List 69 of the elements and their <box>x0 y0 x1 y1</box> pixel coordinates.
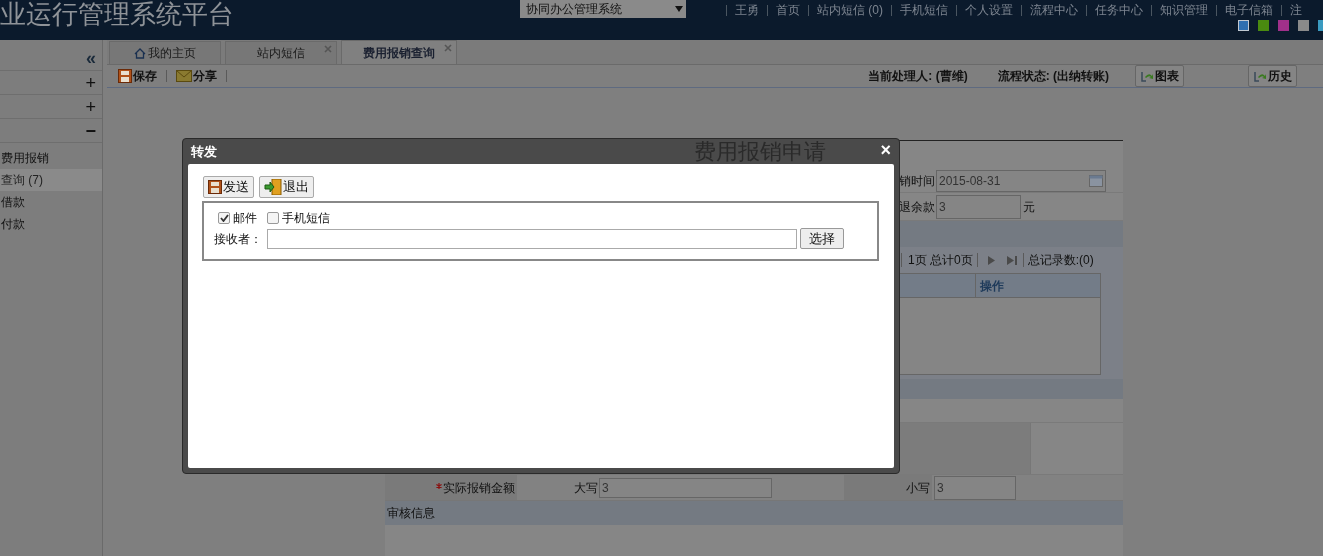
next-page-icon[interactable] <box>987 255 995 265</box>
toolbar-button[interactable]: 分享 <box>175 67 218 85</box>
recipient-label: 接收者： <box>214 230 263 248</box>
close-icon[interactable] <box>324 45 332 53</box>
section-title: 审核信息 <box>387 505 435 522</box>
nav-link[interactable]: 电子信箱 <box>1223 1 1275 19</box>
sidebar-item[interactable]: 借款 <box>0 191 102 213</box>
checkbox-label: 邮件 <box>233 210 257 227</box>
flow-status: 流程状态: (出纳转账) <box>997 68 1109 85</box>
nav-link[interactable]: 流程中心 <box>1028 1 1080 19</box>
tab[interactable]: 我的主页 <box>109 41 221 64</box>
nav-link[interactable]: 手机短信 <box>898 1 950 19</box>
field-label: 销时间 <box>898 172 935 190</box>
group-toggle[interactable]: + <box>85 73 96 92</box>
recipient-field[interactable] <box>267 228 797 249</box>
collapse-button[interactable]: « <box>86 49 96 67</box>
page-info: 1页 总计0页 <box>908 252 973 269</box>
field-label: 退余款 <box>898 198 935 216</box>
checkbox[interactable] <box>218 212 230 224</box>
envelope-icon <box>176 70 192 82</box>
app-title: 业运行管理系统平台 <box>0 0 235 29</box>
theme-swatch[interactable] <box>1298 20 1309 31</box>
nav-link[interactable]: 个人设置 <box>963 1 1015 19</box>
nav-link[interactable]: 注 <box>1288 1 1304 19</box>
dialog-title: 转发 <box>191 142 217 161</box>
sidebar-item[interactable]: 付款 <box>0 213 102 235</box>
nav-link[interactable]: 首页 <box>774 1 802 19</box>
field-label: 小写 <box>906 479 930 497</box>
group-toggle[interactable]: − <box>85 121 96 140</box>
nav-link[interactable]: 站内短信 (0) <box>815 1 885 19</box>
caret-icon <box>675 6 683 12</box>
amount-lower-field[interactable]: 3 <box>934 475 1016 500</box>
close-button[interactable]: × <box>880 140 891 160</box>
close-icon[interactable] <box>444 44 452 52</box>
toolbar-button[interactable]: 历史 <box>1248 65 1297 87</box>
dialog-button[interactable]: 退出 <box>259 176 314 198</box>
door-arrow-icon <box>264 179 282 195</box>
dialog-button[interactable]: 发送 <box>203 176 254 198</box>
toolbar-button[interactable]: 图表 <box>1135 65 1184 87</box>
home-icon <box>134 47 146 59</box>
nav-link[interactable]: 任务中心 <box>1093 1 1145 19</box>
field-label: 实际报销金额 <box>443 479 515 497</box>
sidebar-item[interactable]: 查询 (7) <box>0 169 102 191</box>
theme-swatch[interactable] <box>1258 20 1269 31</box>
choose-button[interactable]: 选择 <box>800 228 844 249</box>
column-header: 操作 <box>979 277 1004 295</box>
nav-link[interactable]: 王勇 <box>733 1 761 19</box>
refresh-arrow-icon <box>1253 69 1267 83</box>
theme-swatch[interactable] <box>1278 20 1289 31</box>
calendar-icon[interactable] <box>1089 174 1103 187</box>
amount-upper-field[interactable]: 3 <box>599 477 772 498</box>
sidebar-item[interactable]: 费用报销 <box>0 147 102 169</box>
system-select[interactable]: 协同办公管理系统 <box>520 0 686 18</box>
checkbox-label: 手机短信 <box>282 210 330 227</box>
nav-link[interactable]: 知识管理 <box>1158 1 1210 19</box>
refund-field[interactable]: 3 <box>936 194 1021 219</box>
tab[interactable]: 站内短信 <box>225 41 337 64</box>
record-count: 总记录数:(0) <box>1027 252 1094 269</box>
refresh-arrow-icon <box>1140 69 1154 83</box>
field-label: 大写 <box>573 479 598 497</box>
unit-label: 元 <box>1023 198 1035 216</box>
theme-swatch[interactable] <box>1238 20 1249 31</box>
checkbox[interactable] <box>267 212 279 224</box>
current-handler: 当前处理人: (曹维) <box>868 68 968 85</box>
last-page-icon[interactable] <box>1006 255 1017 265</box>
date-field[interactable]: 2015-08-31 <box>936 169 1106 192</box>
toolbar-button[interactable]: 保存 <box>117 67 158 85</box>
group-toggle[interactable]: + <box>85 97 96 116</box>
tab[interactable]: 费用报销查询 <box>341 40 457 64</box>
